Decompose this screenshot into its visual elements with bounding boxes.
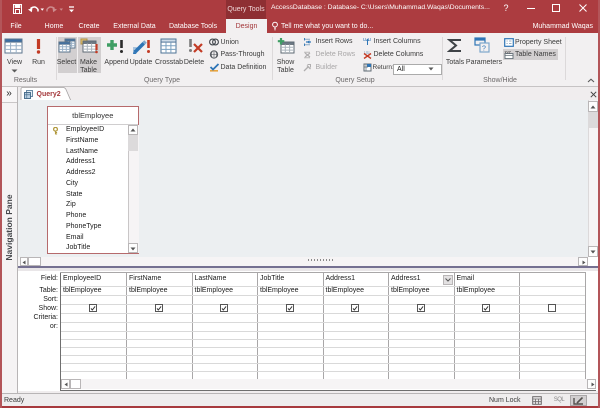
svg-text:?: ? <box>482 46 486 53</box>
svg-text:u: u <box>363 37 366 43</box>
